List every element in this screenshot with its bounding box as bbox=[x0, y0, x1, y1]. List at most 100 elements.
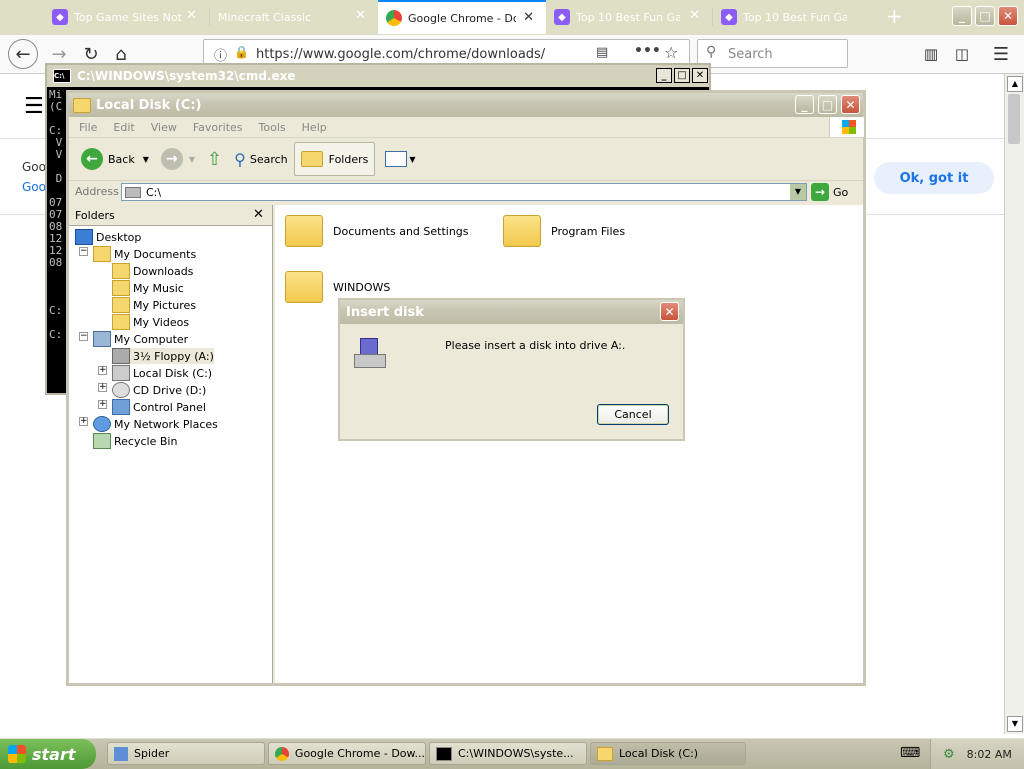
maximize-icon[interactable]: □ bbox=[975, 6, 995, 26]
reader-view-icon[interactable]: ▤ bbox=[596, 45, 608, 60]
tree-my-pictures[interactable]: My Pictures bbox=[112, 297, 196, 313]
sidebar-icon[interactable]: ◫ bbox=[947, 39, 977, 69]
browser-tab-active[interactable]: Google Chrome - Dow ✕ bbox=[378, 0, 546, 34]
dialog-title-bar[interactable]: Insert disk ✕ bbox=[340, 300, 683, 324]
menu-favorites[interactable]: Favorites bbox=[193, 121, 243, 134]
close-tab-icon[interactable]: ✕ bbox=[523, 10, 534, 25]
tree-cd-drive[interactable]: CD Drive (D:) bbox=[112, 382, 206, 398]
menu-help[interactable]: Help bbox=[302, 121, 327, 134]
network-tray-icon[interactable]: ⚙ bbox=[943, 747, 955, 762]
address-field[interactable]: C:\ ▼ bbox=[121, 183, 807, 201]
minimize-icon[interactable]: _ bbox=[795, 95, 814, 114]
scroll-up-icon[interactable]: ▲ bbox=[1007, 76, 1023, 92]
menu-icon[interactable]: ☰ bbox=[986, 39, 1016, 69]
toolbar: ← Back ▼ → ▼ ⇧ ⚲ Search Folders ▼ bbox=[69, 138, 863, 181]
taskbar-button-chrome[interactable]: Google Chrome - Dow... bbox=[268, 742, 426, 765]
folder-item[interactable]: Program Files bbox=[503, 215, 625, 247]
close-window-icon[interactable]: ✕ bbox=[998, 6, 1018, 26]
system-tray: ⚙ 8:02 AM bbox=[930, 739, 1024, 769]
up-folder-button[interactable]: ⇧ bbox=[201, 142, 228, 176]
search-button[interactable]: ⚲ Search bbox=[228, 142, 294, 176]
tree-control-panel[interactable]: Control Panel bbox=[112, 399, 206, 415]
folders-button[interactable]: Folders bbox=[293, 142, 376, 176]
dialog-message: Please insert a disk into drive A:. bbox=[445, 339, 626, 352]
expand-icon[interactable]: + bbox=[79, 417, 88, 426]
folder-icon bbox=[285, 271, 323, 303]
explorer-title-bar[interactable]: Local Disk (C:) _ □ ✕ bbox=[69, 93, 863, 117]
page-link[interactable]: Goo bbox=[22, 180, 46, 194]
hamburger-icon[interactable]: ☰ bbox=[24, 94, 44, 119]
dropdown-icon[interactable]: ▼ bbox=[143, 155, 149, 164]
library-icon[interactable]: ▥ bbox=[916, 39, 946, 69]
window-title: Local Disk (C:) bbox=[96, 97, 202, 113]
music-folder-icon bbox=[112, 280, 130, 296]
taskbar-button-spider[interactable]: Spider bbox=[107, 742, 265, 765]
taskbar-button-local-disk[interactable]: Local Disk (C:) bbox=[590, 742, 746, 765]
tree-local-disk[interactable]: Local Disk (C:) bbox=[112, 365, 212, 381]
browser-tab[interactable]: ◆ Top Game Sites Not L ✕ bbox=[44, 0, 209, 34]
new-tab-icon[interactable]: + bbox=[886, 4, 903, 28]
folder-item[interactable]: Documents and Settings bbox=[285, 215, 469, 247]
tree-my-computer[interactable]: My Computer bbox=[93, 331, 188, 347]
minimize-icon[interactable]: _ bbox=[656, 68, 672, 83]
browser-tab[interactable]: ◆ Top 10 Best Fun Gam bbox=[713, 0, 878, 34]
ok-got-it-button[interactable]: Ok, got it bbox=[874, 162, 994, 194]
clock[interactable]: 8:02 AM bbox=[967, 748, 1012, 761]
scroll-down-icon[interactable]: ▼ bbox=[1007, 716, 1023, 732]
collapse-icon[interactable]: − bbox=[79, 247, 88, 256]
go-button[interactable]: → Go bbox=[811, 183, 848, 201]
menu-file[interactable]: File bbox=[79, 121, 97, 134]
tree-desktop[interactable]: Desktop bbox=[75, 229, 141, 245]
tree-floppy[interactable]: 3½ Floppy (A:) bbox=[112, 348, 214, 364]
cmd-title: C:\WINDOWS\system32\cmd.exe bbox=[77, 69, 296, 83]
tree-my-music[interactable]: My Music bbox=[112, 280, 184, 296]
forward-button[interactable]: → ▼ bbox=[155, 142, 201, 176]
cmd-title-bar[interactable]: C:\ C:\WINDOWS\system32\cmd.exe _ □ ✕ bbox=[47, 65, 709, 87]
menu-tools[interactable]: Tools bbox=[259, 121, 286, 134]
views-button[interactable]: ▼ bbox=[379, 142, 421, 176]
tree-recycle-bin[interactable]: Recycle Bin bbox=[93, 433, 177, 449]
expand-icon[interactable]: + bbox=[98, 366, 107, 375]
info-icon[interactable]: ⓘ bbox=[214, 45, 227, 64]
search-bar[interactable]: ⚲ Search bbox=[697, 39, 848, 68]
dropdown-icon: ▼ bbox=[188, 154, 196, 164]
collapse-icon[interactable]: − bbox=[79, 332, 88, 341]
close-pane-icon[interactable]: ✕ bbox=[253, 207, 264, 222]
tree-my-documents[interactable]: My Documents bbox=[93, 246, 196, 262]
start-button[interactable]: start bbox=[0, 739, 96, 769]
scroll-thumb[interactable] bbox=[1008, 94, 1020, 144]
back-icon[interactable]: ← bbox=[8, 39, 38, 69]
expand-icon[interactable]: + bbox=[98, 400, 107, 409]
expand-icon[interactable]: + bbox=[98, 383, 107, 392]
address-dropdown-icon[interactable]: ▼ bbox=[790, 184, 806, 200]
close-tab-icon[interactable]: ✕ bbox=[186, 8, 197, 23]
taskbar-button-cmd[interactable]: C:\WINDOWS\syste... bbox=[429, 742, 587, 765]
bookmark-star-icon[interactable]: ☆ bbox=[664, 43, 678, 62]
close-tab-icon[interactable]: ✕ bbox=[689, 8, 700, 23]
game-site-icon: ◆ bbox=[52, 9, 68, 25]
browser-tab[interactable]: ◆ Top 10 Best Fun Gam ✕ bbox=[546, 0, 712, 34]
more-icon[interactable]: ••• bbox=[634, 43, 661, 59]
maximize-icon[interactable]: □ bbox=[674, 68, 690, 83]
menu-edit[interactable]: Edit bbox=[113, 121, 134, 134]
back-button[interactable]: ← Back ▼ bbox=[75, 142, 155, 176]
close-icon[interactable]: ✕ bbox=[841, 95, 860, 114]
menu-view[interactable]: View bbox=[151, 121, 177, 134]
tree-my-videos[interactable]: My Videos bbox=[112, 314, 189, 330]
close-icon[interactable]: ✕ bbox=[692, 68, 708, 83]
keyboard-icon[interactable]: ⌨ bbox=[900, 745, 920, 761]
content-pane: Documents and Settings Program Files WIN… bbox=[275, 205, 863, 683]
cancel-button[interactable]: Cancel bbox=[597, 404, 669, 425]
maximize-icon[interactable]: □ bbox=[818, 95, 837, 114]
minimize-icon[interactable]: _ bbox=[952, 6, 972, 26]
tree-downloads[interactable]: Downloads bbox=[112, 263, 193, 279]
close-tab-icon[interactable]: ✕ bbox=[355, 8, 366, 23]
tree-network[interactable]: My Network Places bbox=[93, 416, 218, 432]
insert-disk-dialog[interactable]: Insert disk ✕ Please insert a disk into … bbox=[338, 298, 685, 441]
close-icon[interactable]: ✕ bbox=[660, 302, 679, 321]
computer-icon bbox=[93, 331, 111, 347]
game-site-icon: ◆ bbox=[721, 9, 737, 25]
browser-tab[interactable]: Minecraft Classic ✕ bbox=[210, 0, 378, 34]
page-scrollbar[interactable]: ▲ ▼ bbox=[1004, 74, 1024, 734]
go-arrow-icon: → bbox=[811, 183, 829, 201]
